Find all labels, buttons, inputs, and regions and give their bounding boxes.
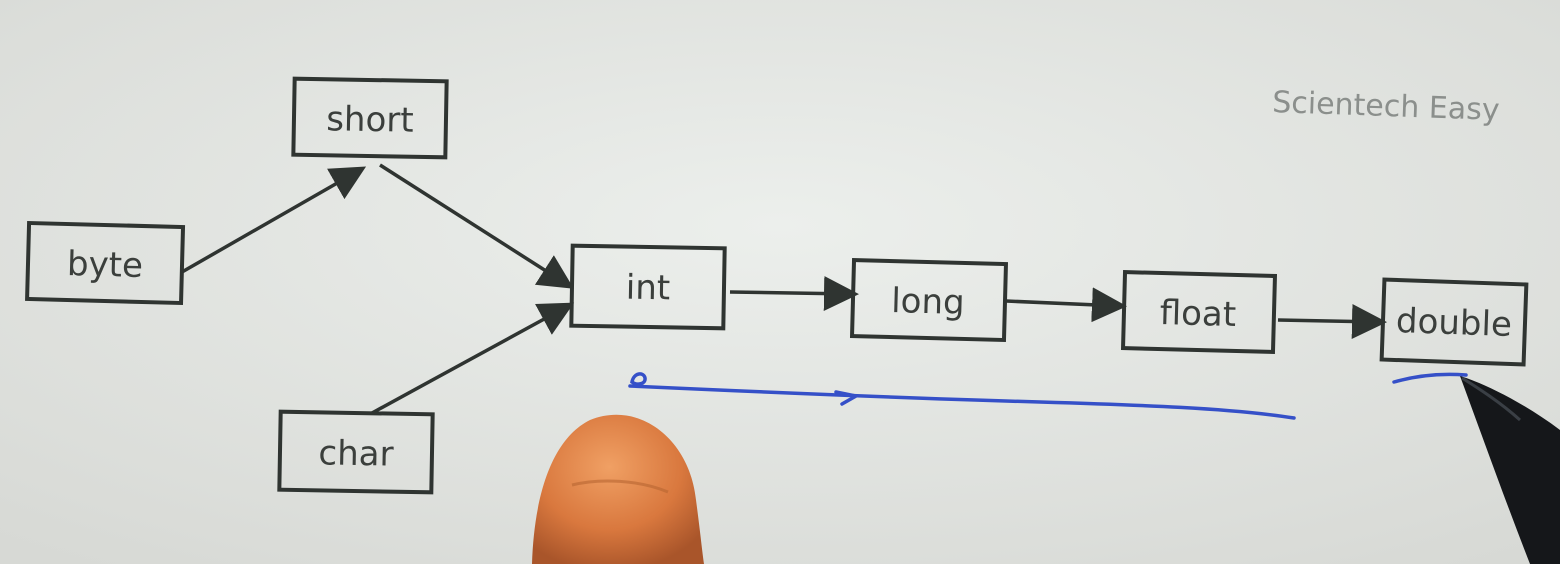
node-short-label: short [326, 99, 414, 141]
node-int-label: int [625, 268, 670, 309]
type-promotion-diagram: Scientech Easy byte short char int long [0, 0, 1560, 564]
node-char-label: char [318, 433, 394, 474]
arrow-float-to-double [1277, 303, 1387, 339]
node-byte-label: byte [67, 244, 144, 286]
node-long-label: long [891, 281, 965, 323]
paper-background [0, 0, 1560, 564]
node-float-label: float [1159, 293, 1236, 335]
arrow-int-to-long [729, 276, 859, 312]
node-double-label: double [1395, 301, 1512, 345]
